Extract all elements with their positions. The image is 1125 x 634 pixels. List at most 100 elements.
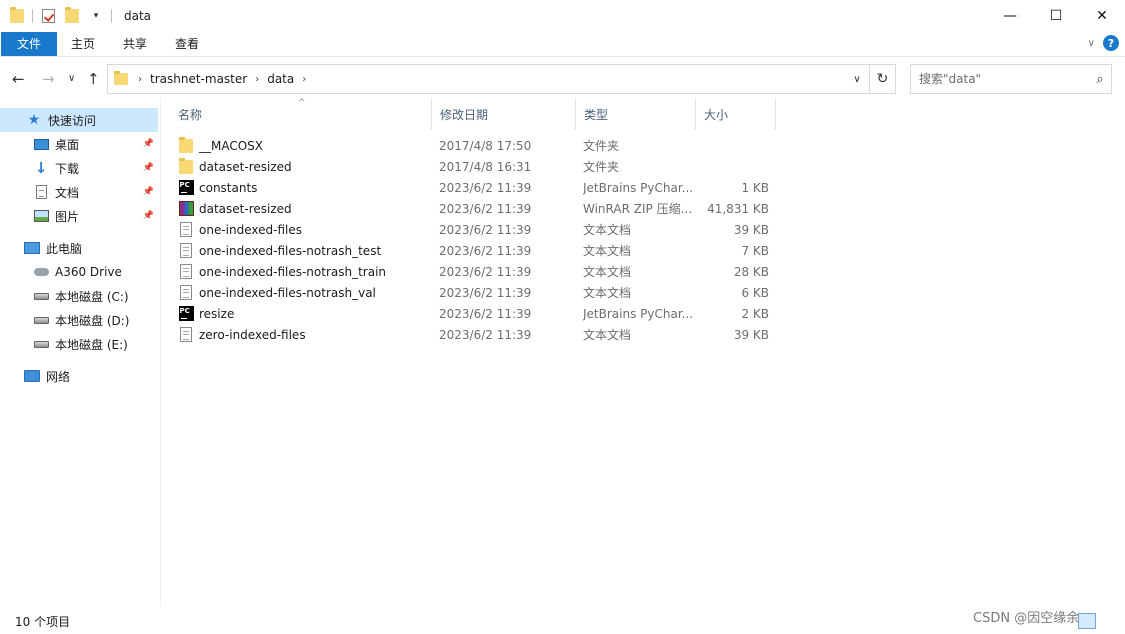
file-explorer-window: ▾ data — ☐ ✕ 文件 主页 共享 查看 ∨ ? ← → ∨ ↑ › t… <box>0 0 1125 634</box>
properties-icon[interactable] <box>39 7 57 25</box>
text-file-icon <box>178 327 194 343</box>
file-row[interactable]: PC resize 2023/6/2 11:39 JetBrains PyChar… <box>170 303 1115 324</box>
file-name: one-indexed-files <box>199 222 302 237</box>
breadcrumb-item[interactable]: data <box>267 72 294 86</box>
file-type: 文件夹 <box>583 139 620 153</box>
column-header-size[interactable]: 大小 <box>696 98 776 130</box>
folder-icon[interactable] <box>8 6 26 25</box>
tab-view[interactable]: 查看 <box>161 32 213 56</box>
file-row[interactable]: zero-indexed-files 2023/6/2 11:39 文本文档 3… <box>170 324 1115 345</box>
file-size: 7 KB <box>741 243 769 258</box>
breadcrumb: › trashnet-master › data › <box>108 71 845 86</box>
minimize-button[interactable]: — <box>987 0 1033 31</box>
file-type: JetBrains PyChar... <box>583 306 693 321</box>
file-size: 6 KB <box>741 285 769 300</box>
sidebar-item-pictures[interactable]: 图片 📌 <box>0 204 158 228</box>
refresh-icon[interactable]: ↻ <box>869 65 895 93</box>
sidebar-item-documents[interactable]: 文档 📌 <box>0 180 158 204</box>
file-type: JetBrains PyChar... <box>583 180 693 195</box>
file-row[interactable]: PC constants 2023/6/2 11:39 JetBrains PyC… <box>170 177 1115 198</box>
file-size <box>697 135 769 156</box>
sidebar-item-label: 快速访问 <box>48 113 97 128</box>
chevron-right-icon[interactable]: › <box>302 74 306 85</box>
download-icon: ↓ <box>34 159 48 177</box>
file-name: one-indexed-files-notrash_train <box>199 264 387 279</box>
recent-locations-icon[interactable]: ∨ <box>68 73 75 84</box>
picture-icon <box>33 208 49 224</box>
breadcrumb-item[interactable]: trashnet-master <box>150 72 247 86</box>
tab-share[interactable]: 共享 <box>109 32 161 56</box>
sidebar-item-quick-access[interactable]: ★ 快速访问 <box>0 108 158 132</box>
help-icon[interactable]: ? <box>1103 35 1119 51</box>
sidebar-item-drive-c[interactable]: 本地磁盘 (C:) <box>0 284 158 308</box>
close-button[interactable]: ✕ <box>1079 0 1125 31</box>
tab-file[interactable]: 文件 <box>1 31 57 56</box>
file-row[interactable]: one-indexed-files-notrash_val 2023/6/2 1… <box>170 282 1115 303</box>
column-header-type[interactable]: 类型 <box>576 98 696 130</box>
sidebar-item-drive-e[interactable]: 本地磁盘 (E:) <box>0 332 158 356</box>
file-name: zero-indexed-files <box>199 327 306 342</box>
back-arrow-icon[interactable]: ← <box>12 70 25 88</box>
sidebar-item-a360-drive[interactable]: A360 Drive <box>0 260 158 284</box>
tab-home[interactable]: 主页 <box>57 32 109 56</box>
sidebar-item-this-pc[interactable]: 此电脑 <box>0 236 158 260</box>
sidebar-item-drive-d[interactable]: 本地磁盘 (D:) <box>0 308 158 332</box>
up-arrow-icon[interactable]: ↑ <box>87 70 100 88</box>
file-date: 2023/6/2 11:39 <box>439 243 532 258</box>
expand-ribbon-icon[interactable]: ∨ <box>1088 38 1095 49</box>
window-controls: — ☐ ✕ <box>987 0 1125 31</box>
forward-arrow-icon[interactable]: → <box>42 70 55 88</box>
title-bar: ▾ data — ☐ ✕ <box>0 0 1125 31</box>
pin-icon[interactable]: 📌 <box>143 187 154 197</box>
address-bar[interactable]: › trashnet-master › data › ∨ ↻ <box>107 64 896 94</box>
sidebar-item-network[interactable]: 网络 <box>0 364 158 388</box>
pin-icon[interactable]: 📌 <box>143 211 154 221</box>
search-box[interactable]: ⌕ <box>910 64 1112 94</box>
sidebar-item-label: A360 Drive <box>55 265 122 279</box>
pin-icon[interactable]: 📌 <box>143 139 154 149</box>
sidebar-item-desktop[interactable]: 桌面 📌 <box>0 132 158 156</box>
file-row[interactable]: one-indexed-files-notrash_train 2023/6/2… <box>170 261 1115 282</box>
chevron-right-icon[interactable]: › <box>138 74 142 85</box>
file-row[interactable]: __MACOSX 2017/4/8 17:50 文件夹 <box>170 135 1115 156</box>
maximize-button[interactable]: ☐ <box>1033 0 1079 31</box>
column-header-date[interactable]: 修改日期 <box>432 98 576 130</box>
pin-icon[interactable]: 📌 <box>143 163 154 173</box>
sidebar-item-label: 本地磁盘 (D:) <box>55 313 130 328</box>
file-date: 2023/6/2 11:39 <box>439 201 532 216</box>
sidebar-item-label: 文档 <box>55 185 80 200</box>
file-date: 2023/6/2 11:39 <box>439 327 532 342</box>
text-file-icon <box>178 264 194 280</box>
customize-toolbar-icon[interactable]: ▾ <box>87 7 105 25</box>
toolbar-divider <box>111 8 112 23</box>
sidebar-item-label: 图片 <box>55 209 80 224</box>
chevron-right-icon[interactable]: › <box>255 74 259 85</box>
details-view-icon[interactable] <box>1078 613 1096 629</box>
file-name: dataset-resized <box>199 159 292 174</box>
hard-drive-icon <box>33 336 49 352</box>
address-history-dropdown[interactable]: ∨ <box>845 65 869 93</box>
file-name: resize <box>199 306 235 321</box>
file-date: 2023/6/2 11:39 <box>439 180 532 195</box>
file-date: 2023/6/2 11:39 <box>439 264 532 279</box>
search-input[interactable] <box>919 72 1089 86</box>
file-type: 文本文档 <box>583 223 632 237</box>
file-row[interactable]: dataset-resized 2023/6/2 11:39 WinRAR ZI… <box>170 198 1115 219</box>
sidebar-item-label: 下载 <box>55 161 80 176</box>
sidebar-item-downloads[interactable]: ↓ 下载 📌 <box>0 156 158 180</box>
new-folder-icon[interactable] <box>63 6 81 25</box>
file-date: 2023/6/2 11:39 <box>439 285 532 300</box>
file-date: 2017/4/8 16:31 <box>439 159 532 174</box>
pane-divider[interactable] <box>160 97 161 606</box>
navigation-pane: ★ 快速访问 桌面 📌 ↓ 下载 📌 文档 📌 图片 📌 此电脑 A360 Dr… <box>0 108 158 608</box>
computer-icon <box>24 240 40 256</box>
column-header-name[interactable]: 名称 <box>170 98 432 130</box>
file-row[interactable]: one-indexed-files-notrash_test 2023/6/2 … <box>170 240 1115 261</box>
file-rows: __MACOSX 2017/4/8 17:50 文件夹 dataset-resi… <box>170 135 1115 345</box>
file-row[interactable]: dataset-resized 2017/4/8 16:31 文件夹 <box>170 156 1115 177</box>
watermark: CSDN @因空缘余 <box>973 611 1080 626</box>
file-date: 2017/4/8 17:50 <box>439 138 532 153</box>
file-row[interactable]: one-indexed-files 2023/6/2 11:39 文本文档 39… <box>170 219 1115 240</box>
search-icon[interactable]: ⌕ <box>1089 72 1111 87</box>
